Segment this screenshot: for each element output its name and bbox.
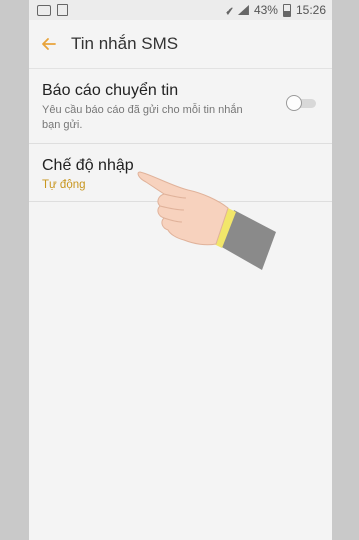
signal-icon xyxy=(238,5,249,15)
input-mode-value: Tự động xyxy=(42,179,86,191)
back-button[interactable] xyxy=(29,20,69,68)
back-arrow-icon xyxy=(42,38,56,50)
input-mode-setting[interactable]: Chế độ nhập Tự động xyxy=(29,144,332,202)
page-title: Tin nhắn SMS xyxy=(71,34,179,53)
wifi-icon xyxy=(223,5,233,15)
image-icon xyxy=(57,4,68,16)
battery-percent: 43% xyxy=(253,3,278,17)
message-icon xyxy=(37,4,51,16)
status-bar: 43% 15:26 xyxy=(29,0,332,20)
input-mode-title: Chế độ nhập xyxy=(42,157,134,174)
delivery-report-description: Yêu cầu báo cáo đã gửi cho mỗi tin nhắn … xyxy=(42,104,243,131)
delivery-report-toggle[interactable] xyxy=(286,95,318,111)
delivery-report-setting[interactable]: Báo cáo chuyển tin Yêu cầu báo cáo đã gử… xyxy=(29,69,332,144)
clock: 15:26 xyxy=(295,3,326,17)
delivery-report-title: Báo cáo chuyển tin xyxy=(42,82,179,99)
toggle-knob xyxy=(286,95,302,111)
phone-screen: 43% 15:26 Tin nhắn SMS Báo cáo chuyển ti… xyxy=(29,0,332,540)
battery-icon xyxy=(282,3,291,17)
app-bar: Tin nhắn SMS xyxy=(29,20,332,69)
